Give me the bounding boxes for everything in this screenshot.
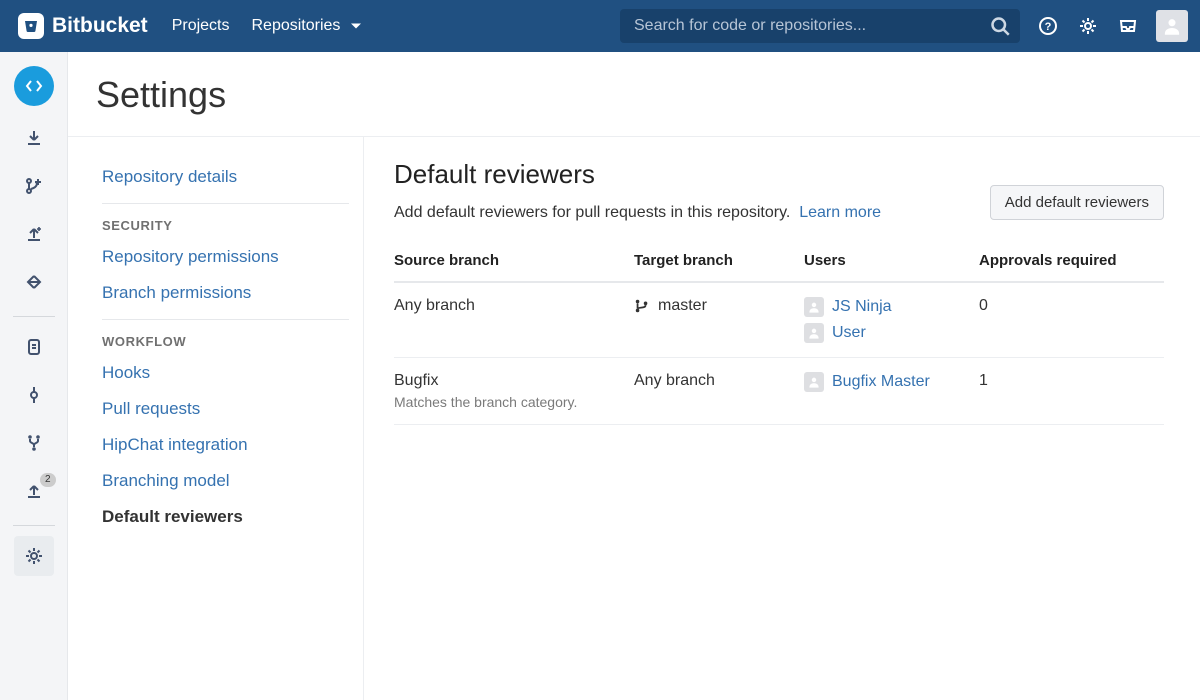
nav-projects-label: Projects [172, 17, 230, 35]
add-default-reviewers-button[interactable]: Add default reviewers [990, 185, 1164, 220]
table-row: Any branch master [394, 282, 1164, 358]
col-approvals: Approvals required [979, 242, 1164, 282]
learn-more-link[interactable]: Learn more [799, 204, 881, 221]
approvals-value: 0 [979, 282, 1164, 358]
nav-repo-permissions[interactable]: Repository permissions [102, 239, 349, 275]
nav-repositories-label: Repositories [251, 17, 340, 35]
rail-source-icon[interactable] [14, 327, 54, 367]
col-users: Users [804, 242, 979, 282]
rail-compare-icon[interactable] [14, 262, 54, 302]
user-avatar-icon [804, 372, 824, 392]
panel-description: Add default reviewers for pull requests … [394, 204, 790, 221]
main-area: Settings Repository details SECURITY Rep… [68, 52, 1200, 700]
col-target-branch: Target branch [634, 242, 804, 282]
nav-repo-details[interactable]: Repository details [102, 159, 349, 195]
user-link[interactable]: User [832, 324, 866, 342]
user-avatar-icon [804, 323, 824, 343]
brand-name: Bitbucket [52, 14, 148, 38]
admin-gear-icon[interactable] [1076, 14, 1100, 38]
topbar-right [620, 9, 1188, 43]
table-header-row: Source branch Target branch Users Approv… [394, 242, 1164, 282]
nav-projects[interactable]: Projects [172, 17, 230, 35]
default-reviewers-panel: Default reviewers Add default reviewers … [364, 137, 1200, 700]
reviewers-table: Source branch Target branch Users Approv… [394, 242, 1164, 425]
table-row: Bugfix Matches the branch category. Any … [394, 358, 1164, 425]
nav-section-workflow: WORKFLOW [102, 334, 349, 349]
col-source-branch: Source branch [394, 242, 634, 282]
brand-logo-group[interactable]: Bitbucket [18, 13, 148, 39]
search-icon[interactable] [990, 16, 1010, 39]
user-link[interactable]: Bugfix Master [832, 373, 930, 391]
rail-divider [13, 316, 55, 317]
approvals-value: 1 [979, 358, 1164, 425]
nav-pull-requests[interactable]: Pull requests [102, 391, 349, 427]
page-header: Settings [68, 52, 1200, 137]
inbox-icon[interactable] [1116, 14, 1140, 38]
top-nav-links: Projects Repositories [172, 16, 367, 36]
top-navigation: Bitbucket Projects Repositories [0, 0, 1200, 52]
rail-settings-icon[interactable] [14, 536, 54, 576]
branch-icon [634, 297, 650, 315]
nav-branch-permissions[interactable]: Branch permissions [102, 275, 349, 311]
left-rail: 2 [0, 52, 68, 700]
rail-project-icon[interactable] [14, 66, 54, 106]
nav-hooks[interactable]: Hooks [102, 355, 349, 391]
rail-clone-icon[interactable] [14, 118, 54, 158]
nav-divider-2 [102, 319, 349, 320]
chevron-down-icon [346, 16, 366, 36]
nav-default-reviewers[interactable]: Default reviewers [102, 499, 349, 535]
source-branch-value: Bugfix [394, 372, 634, 390]
user-item: User [804, 323, 979, 343]
settings-sidebar: Repository details SECURITY Repository p… [68, 137, 364, 700]
nav-section-security: SECURITY [102, 218, 349, 233]
target-branch-value: master [658, 297, 707, 315]
user-item: Bugfix Master [804, 372, 979, 392]
user-avatar[interactable] [1156, 10, 1188, 42]
help-icon[interactable] [1036, 14, 1060, 38]
nav-repositories[interactable]: Repositories [251, 16, 366, 36]
user-item: JS Ninja [804, 297, 979, 317]
nav-divider [102, 203, 349, 204]
rail-branches-icon[interactable] [14, 423, 54, 463]
source-branch-value: Any branch [394, 297, 634, 315]
target-branch-value: Any branch [634, 372, 715, 389]
nav-branching-model[interactable]: Branching model [102, 463, 349, 499]
rail-commits-icon[interactable] [14, 375, 54, 415]
rail-create-pr-icon[interactable] [14, 214, 54, 254]
global-search [620, 9, 1020, 43]
source-branch-subtext: Matches the branch category. [394, 394, 634, 410]
rail-pull-requests-icon[interactable]: 2 [14, 471, 54, 511]
nav-hipchat[interactable]: HipChat integration [102, 427, 349, 463]
rail-divider-2 [13, 525, 55, 526]
search-input[interactable] [620, 9, 1020, 43]
user-link[interactable]: JS Ninja [832, 298, 892, 316]
bitbucket-logo-icon [18, 13, 44, 39]
page-title: Settings [96, 74, 1172, 116]
user-avatar-icon [804, 297, 824, 317]
rail-pr-badge: 2 [40, 473, 56, 487]
rail-create-branch-icon[interactable] [14, 166, 54, 206]
